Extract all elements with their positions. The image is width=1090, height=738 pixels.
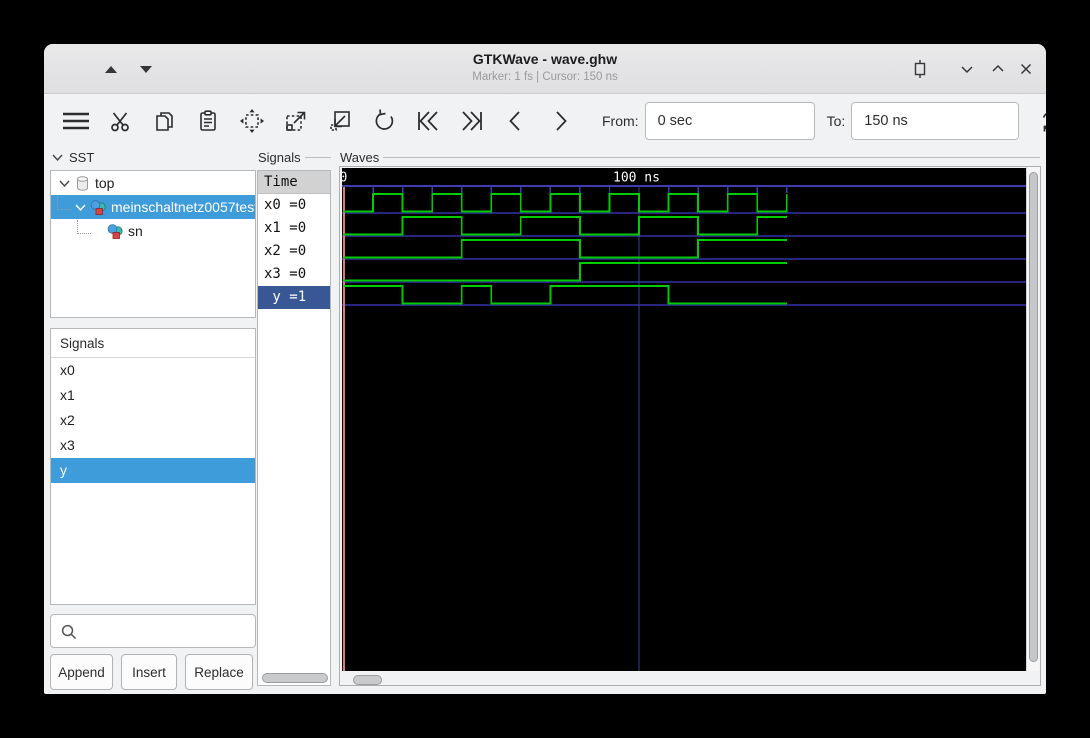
tree-item-label: sn: [128, 223, 143, 239]
append-button[interactable]: Append: [50, 654, 113, 690]
from-label: From:: [602, 113, 639, 129]
tree-item-label: meinschaltnetz0057testb: [111, 199, 256, 215]
menu-icon[interactable]: [54, 101, 98, 141]
copy-icon[interactable]: [142, 101, 186, 141]
titlebar[interactable]: GTKWave - wave.ghw Marker: 1 fs | Cursor…: [44, 44, 1046, 94]
svg-text:0: 0: [342, 171, 347, 186]
window-subtitle: Marker: 1 fs | Cursor: 150 ns: [472, 71, 618, 83]
tree-item-label: top: [95, 175, 115, 191]
signal-item-x1[interactable]: x1: [51, 383, 255, 408]
step-left-icon[interactable]: [494, 101, 538, 141]
insert-button[interactable]: Insert: [121, 654, 177, 690]
window-fit-icon[interactable]: [908, 57, 932, 81]
gtkwave-window: GTKWave - wave.ghw Marker: 1 fs | Cursor…: [44, 44, 1046, 694]
signal-value-row[interactable]: x0 =0: [258, 194, 330, 217]
signal-value-row[interactable]: x2 =0: [258, 240, 330, 263]
module-icon: [107, 223, 123, 239]
signal-search-input[interactable]: [50, 614, 256, 648]
module-icon: [90, 199, 106, 215]
sst-label: SST: [69, 150, 95, 165]
window-title: GTKWave - wave.ghw: [472, 51, 618, 67]
database-icon: [77, 175, 88, 191]
minimize-icon[interactable]: [955, 57, 979, 81]
chevron-down-icon: [52, 154, 63, 162]
sst-tree: top meinschaltnetz0057testb sn: [50, 170, 256, 318]
tree-item-sn[interactable]: sn: [51, 219, 255, 243]
signal-item-x2[interactable]: x2: [51, 408, 255, 433]
waves-frame-label: Waves: [340, 150, 1040, 165]
signal-value-row[interactable]: x3 =0: [258, 263, 330, 286]
signals-list-header: Signals: [51, 329, 255, 358]
chevron-down-icon[interactable]: [57, 176, 72, 191]
signal-item-x3[interactable]: x3: [51, 433, 255, 458]
waves-panel: 0 100 ns: [339, 166, 1041, 686]
search-icon: [61, 624, 77, 639]
to-input[interactable]: [851, 102, 1020, 140]
zoom-fit-icon[interactable]: [230, 101, 274, 141]
svg-text:100 ns: 100 ns: [613, 171, 660, 186]
zoom-out-icon[interactable]: [318, 101, 362, 141]
signal-item-y[interactable]: y: [51, 458, 255, 483]
skip-to-start-icon[interactable]: [406, 101, 450, 141]
replace-button[interactable]: Replace: [185, 654, 253, 690]
paste-icon[interactable]: [186, 101, 230, 141]
signal-value-row[interactable]: x1 =0: [258, 217, 330, 240]
cut-icon[interactable]: [98, 101, 142, 141]
tree-item-top[interactable]: top: [51, 171, 255, 195]
undo-icon[interactable]: [362, 101, 406, 141]
signal-value-row-selected[interactable]: y =1: [258, 286, 330, 309]
names-hscrollbar-thumb[interactable]: [262, 673, 328, 683]
signal-item-x0[interactable]: x0: [51, 358, 255, 383]
waves-vscrollbar-thumb[interactable]: [1029, 172, 1038, 662]
waves-vscrollbar[interactable]: [1026, 167, 1039, 671]
toolbar: From: To:: [44, 94, 1046, 148]
to-label: To:: [826, 113, 846, 129]
maximize-icon[interactable]: [986, 57, 1010, 81]
sst-expander[interactable]: SST: [50, 150, 110, 165]
signals-column-frame-label: Signals: [258, 150, 331, 165]
time-header[interactable]: Time: [258, 171, 330, 194]
skip-to-end-icon[interactable]: [450, 101, 494, 141]
step-right-icon[interactable]: [538, 101, 582, 141]
waveform-canvas[interactable]: 0 100 ns: [342, 168, 1027, 671]
reload-icon[interactable]: [1029, 101, 1046, 141]
zoom-in-icon[interactable]: [274, 101, 318, 141]
waveform-svg: 0 100 ns: [342, 171, 1027, 671]
chevron-down-icon[interactable]: [73, 200, 88, 215]
close-icon[interactable]: [1014, 57, 1038, 81]
signal-names-column: Time x0 =0 x1 =0 x2 =0 x3 =0 y =1: [257, 170, 331, 686]
tree-item-module[interactable]: meinschaltnetz0057testb: [51, 195, 255, 219]
waves-hscrollbar-thumb[interactable]: [353, 675, 382, 685]
signals-list-panel: Signals x0 x1 x2 x3 y: [50, 328, 256, 605]
from-input[interactable]: [644, 102, 815, 140]
